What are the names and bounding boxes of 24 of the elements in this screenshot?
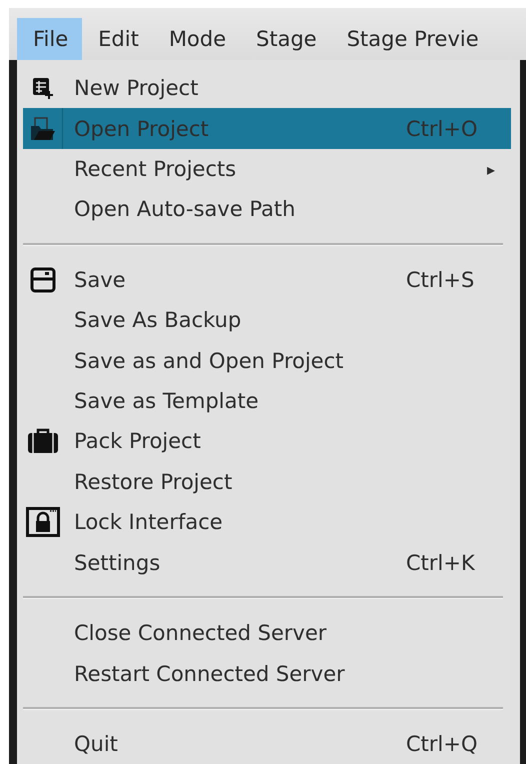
- menu-item[interactable]: Open Auto-save Path: [23, 189, 511, 230]
- menu-bar-item[interactable]: File: [17, 18, 82, 60]
- menu-item[interactable]: Pack Project: [23, 421, 511, 462]
- menu-item[interactable]: Save as Template: [23, 380, 511, 422]
- menu-item[interactable]: Quit Ctrl+Q: [23, 724, 511, 764]
- menu-item[interactable]: Restart Connected Server: [23, 653, 511, 694]
- menu-item[interactable]: Lock Interface: [23, 502, 511, 543]
- menu-bar-item[interactable]: Stage Previe: [330, 18, 493, 60]
- menu-item[interactable]: Save As Backup: [23, 300, 511, 340]
- menu-item[interactable]: Settings Ctrl+K: [23, 542, 511, 583]
- menu-item[interactable]: Save Ctrl+S: [23, 260, 511, 300]
- menu-bar-item[interactable]: Stage: [240, 18, 331, 60]
- menu-item[interactable]: Recent Projects ▸: [23, 148, 511, 190]
- lock-icon: [26, 507, 60, 538]
- menu-item[interactable]: Restore Project: [23, 462, 511, 502]
- menu-item[interactable]: Save as and Open Project: [23, 340, 511, 381]
- menu-item[interactable]: New Project: [23, 68, 511, 108]
- save-icon: [30, 266, 56, 293]
- menu-bar-item[interactable]: Edit: [82, 18, 153, 60]
- menu-item[interactable]: Close Connected Server: [23, 612, 511, 654]
- folder-icon: [28, 116, 56, 142]
- table-add-icon: [32, 77, 54, 100]
- menu-bar-item[interactable]: Mode: [152, 18, 240, 60]
- briefcase-icon: [26, 428, 58, 454]
